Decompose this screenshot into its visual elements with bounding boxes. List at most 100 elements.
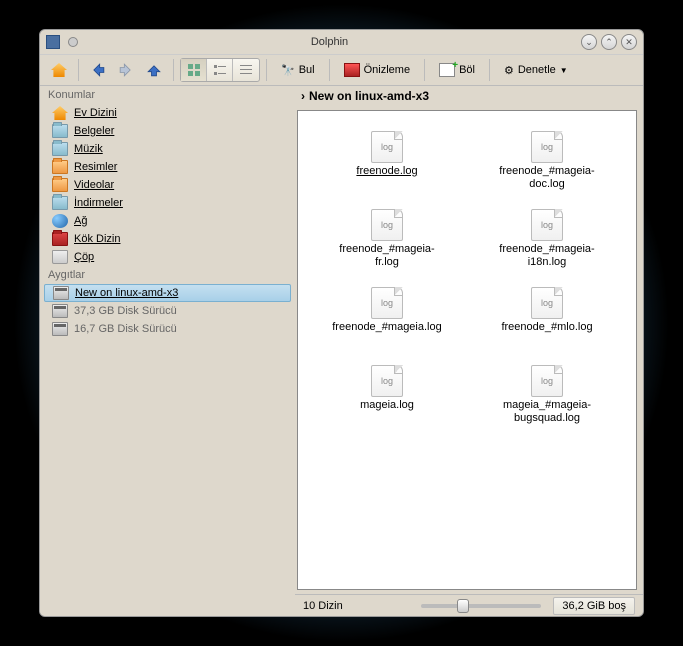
control-label: Denetle: [518, 64, 556, 76]
sidebar-item-label: Ev Dizini: [74, 107, 117, 119]
icons-view-button[interactable]: [181, 59, 207, 81]
zoom-slider-thumb[interactable]: [457, 599, 469, 613]
folder-icon: [52, 196, 68, 210]
body: Konumlar Ev Dizini Belgeler Müzik Resimler V…: [40, 86, 643, 616]
disk-icon: [52, 322, 68, 336]
trash-icon: [52, 250, 68, 264]
find-label: Bul: [299, 64, 315, 76]
maximize-button[interactable]: ⌃: [601, 34, 617, 50]
item-count: 10 Dizin: [303, 600, 343, 612]
compact-view-button[interactable]: [207, 59, 233, 81]
sidebar-device-item[interactable]: 37,3 GB Disk Sürücü: [40, 302, 295, 320]
file-item[interactable]: logmageia_#mageia-bugsquad.log: [468, 365, 626, 441]
devices-header: Aygıtlar: [40, 266, 295, 284]
log-file-icon: log: [531, 287, 563, 319]
file-item[interactable]: logfreenode_#mageia-i18n.log: [468, 209, 626, 285]
toolbar: 🔭 Bul Önizleme + Böl ⚙ Denetle ▼: [40, 54, 643, 86]
file-view[interactable]: logfreenode.loglogfreenode_#mageia-doc.l…: [297, 110, 637, 590]
file-item[interactable]: log freenode_#mlo.log: [468, 287, 626, 363]
breadcrumb[interactable]: › New on linux-amd-x3: [295, 86, 643, 106]
disk-icon: [52, 304, 68, 318]
file-item[interactable]: logfreenode_#mageia-fr.log: [308, 209, 466, 285]
details-view-button[interactable]: [233, 59, 259, 81]
sidebar-place-item[interactable]: Resimler: [40, 158, 295, 176]
home-button[interactable]: [46, 57, 72, 83]
log-file-icon: log: [371, 131, 403, 163]
file-item[interactable]: logfreenode_#mageia-doc.log: [468, 131, 626, 207]
titlebar: Dolphin ⌄ ⌃ ✕: [40, 30, 643, 54]
chevron-down-icon: ▼: [560, 66, 568, 75]
split-label: Böl: [459, 64, 475, 76]
breadcrumb-current: New on linux-amd-x3: [309, 89, 429, 103]
places-header: Konumlar: [40, 86, 295, 104]
sidebar-item-label: Kök Dizin: [74, 233, 120, 245]
disk-icon: [53, 286, 69, 300]
forward-button[interactable]: [113, 57, 139, 83]
sidebar-item-label: 37,3 GB Disk Sürücü: [74, 305, 177, 317]
sidebar-place-item[interactable]: Ağ: [40, 212, 295, 230]
sidebar-item-label: Müzik: [74, 143, 103, 155]
file-name: freenode_#mageia-doc.log: [492, 165, 602, 190]
sidebar-item-label: Ağ: [74, 215, 87, 227]
file-name: mageia.log: [360, 399, 414, 412]
app-icon: [46, 35, 60, 49]
folder-icon: [52, 142, 68, 156]
globe-icon: [52, 214, 68, 228]
log-file-icon: log: [371, 365, 403, 397]
up-button[interactable]: [141, 57, 167, 83]
sidebar: Konumlar Ev Dizini Belgeler Müzik Resimler V…: [40, 86, 295, 616]
sidebar-item-label: Çöp: [74, 251, 94, 263]
sidebar-item-label: 16,7 GB Disk Sürücü: [74, 323, 177, 335]
sidebar-device-item[interactable]: New on linux-amd-x3: [44, 284, 291, 302]
log-file-icon: log: [531, 131, 563, 163]
find-button[interactable]: 🔭 Bul: [273, 57, 323, 83]
folder-orange-icon: [52, 178, 68, 192]
back-button[interactable]: [85, 57, 111, 83]
view-mode-group: [180, 58, 260, 82]
close-button[interactable]: ✕: [621, 34, 637, 50]
folder-orange-icon: [52, 160, 68, 174]
preview-button[interactable]: Önizleme: [336, 57, 418, 83]
sidebar-item-label: Videolar: [74, 179, 114, 191]
log-file-icon: log: [371, 209, 403, 241]
window-title: Dolphin: [78, 36, 581, 48]
folder-icon: [52, 124, 68, 138]
sidebar-place-item[interactable]: İndirmeler: [40, 194, 295, 212]
zoom-slider[interactable]: [421, 604, 541, 608]
sidebar-item-label: New on linux-amd-x3: [75, 287, 178, 299]
file-name: freenode.log: [356, 165, 417, 178]
control-button[interactable]: ⚙ Denetle ▼: [496, 57, 576, 83]
sidebar-place-item[interactable]: Müzik: [40, 140, 295, 158]
split-button[interactable]: + Böl: [431, 57, 483, 83]
main-panel: › New on linux-amd-x3 logfreenode.loglog…: [295, 86, 643, 616]
file-name: freenode_#mageia-i18n.log: [492, 243, 602, 268]
log-file-icon: log: [531, 209, 563, 241]
free-space: 36,2 GiB boş: [553, 597, 635, 615]
preview-icon: [344, 63, 360, 77]
folder-red-icon: [52, 232, 68, 246]
dolphin-window: Dolphin ⌄ ⌃ ✕ 🔭 Bul Önizleme +: [39, 29, 644, 617]
sidebar-device-item[interactable]: 16,7 GB Disk Sürücü: [40, 320, 295, 338]
home-icon: [52, 106, 68, 120]
split-icon: +: [439, 63, 455, 77]
titlebar-menu-dot[interactable]: [68, 37, 78, 47]
sidebar-item-label: İndirmeler: [74, 197, 123, 209]
log-file-icon: log: [371, 287, 403, 319]
file-item[interactable]: log mageia.log: [308, 365, 466, 441]
file-item[interactable]: logfreenode_#mageia.log: [308, 287, 466, 363]
file-name: freenode_#mageia-fr.log: [332, 243, 442, 268]
sidebar-place-item[interactable]: Belgeler: [40, 122, 295, 140]
chevron-right-icon: ›: [301, 89, 305, 103]
file-item[interactable]: log freenode.log: [308, 131, 466, 207]
sidebar-item-label: Belgeler: [74, 125, 114, 137]
log-file-icon: log: [531, 365, 563, 397]
sidebar-place-item[interactable]: Ev Dizini: [40, 104, 295, 122]
sidebar-place-item[interactable]: Çöp: [40, 248, 295, 266]
sidebar-place-item[interactable]: Videolar: [40, 176, 295, 194]
sidebar-place-item[interactable]: Kök Dizin: [40, 230, 295, 248]
binoculars-icon: 🔭: [281, 64, 295, 77]
gear-icon: ⚙: [504, 64, 514, 77]
file-name: freenode_#mlo.log: [501, 321, 592, 334]
minimize-button[interactable]: ⌄: [581, 34, 597, 50]
statusbar: 10 Dizin 36,2 GiB boş: [295, 594, 643, 616]
